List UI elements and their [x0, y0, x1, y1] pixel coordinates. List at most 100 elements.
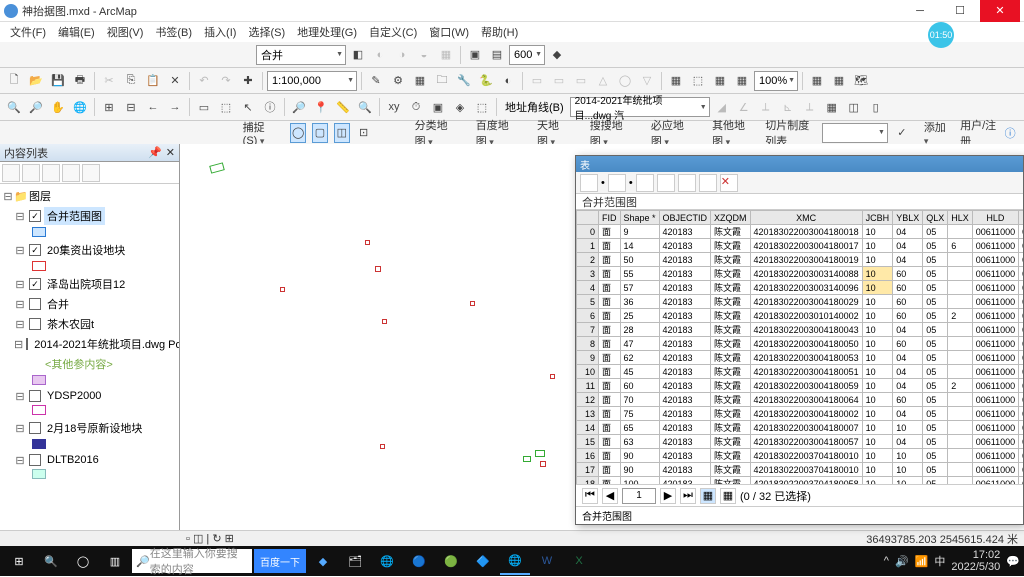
feature[interactable] [470, 301, 475, 306]
tool-icon[interactable]: ◈ [450, 97, 470, 117]
forward-icon[interactable]: → [165, 97, 185, 117]
zoom-select-icon[interactable] [699, 174, 717, 192]
clock-date[interactable]: 2022/5/30 [951, 561, 1000, 573]
tool-icon[interactable]: ⬚ [472, 97, 492, 117]
zoom-out-icon[interactable]: 🔎 [26, 97, 46, 117]
open-icon[interactable]: 📂 [26, 71, 46, 91]
info-icon[interactable]: ⓘ [1002, 123, 1018, 143]
attribute-table-window[interactable]: 表 • • ✕ 合并范围图 FIDShape *OBJECTIDXZQDMXMC… [575, 155, 1024, 525]
word-icon[interactable]: W [532, 547, 562, 575]
pan-icon[interactable]: ✋ [48, 97, 68, 117]
app-icon[interactable]: 🔷 [468, 547, 498, 575]
save-icon[interactable]: 💾 [48, 71, 68, 91]
tool-icon[interactable]: ✓ [894, 123, 910, 143]
delete-icon[interactable]: ✕ [720, 174, 738, 192]
tool-icon[interactable]: ▦ [410, 71, 430, 91]
notification-icon[interactable]: 💬 [1006, 555, 1020, 568]
tool-icon[interactable]: ⟂ [800, 97, 820, 117]
show-selected-icon[interactable]: ▦ [720, 488, 736, 504]
related-icon[interactable] [608, 174, 626, 192]
layer-combo[interactable]: 合并 [256, 45, 346, 65]
next-icon[interactable]: ▶ [660, 488, 676, 504]
tool-icon[interactable]: ▣ [465, 45, 485, 65]
layer-item[interactable]: 20集资出设地块 [44, 241, 128, 259]
tool-icon[interactable]: ⚙ [388, 71, 408, 91]
edge-icon[interactable]: 🌐 [372, 547, 402, 575]
tool-icon[interactable]: xy [384, 97, 404, 117]
layer-item[interactable]: 2月18号原新设地块 [44, 419, 145, 437]
tool-icon[interactable]: ◫ [844, 97, 864, 117]
redo-icon[interactable]: ↷ [216, 71, 236, 91]
tool-icon[interactable]: ▦ [732, 71, 752, 91]
address-combo[interactable]: 2014-2021年统批项目...dwg 汽 [570, 97, 710, 117]
fixed-zoom-in-icon[interactable]: ⊞ [99, 97, 119, 117]
fixed-zoom-out-icon[interactable]: ⊟ [121, 97, 141, 117]
layer-item[interactable]: 合并范围图 [44, 207, 105, 225]
feature[interactable] [550, 374, 555, 379]
tool-icon[interactable]: ▤ [487, 45, 507, 65]
copy-icon[interactable]: ⎘ [121, 71, 141, 91]
tool-icon[interactable]: 🐍 [476, 71, 496, 91]
tool-icon[interactable]: ▭ [549, 71, 569, 91]
list-by-selection-icon[interactable] [62, 164, 80, 182]
close-button[interactable]: ✕ [980, 0, 1020, 22]
menu-help[interactable]: 帮助(H) [475, 22, 524, 42]
layer-item[interactable]: 合并 [44, 295, 72, 313]
tool-icon[interactable]: ◐ [370, 45, 390, 65]
excel-icon[interactable]: X [564, 547, 594, 575]
tool-icon[interactable]: ⟂ [756, 97, 776, 117]
menu-select[interactable]: 选择(S) [242, 22, 291, 42]
undo-icon[interactable]: ↶ [194, 71, 214, 91]
measure-icon[interactable]: 📏 [333, 97, 353, 117]
tool-icon[interactable]: ⏱ [406, 97, 426, 117]
tool-icon[interactable]: ▦ [710, 71, 730, 91]
snap-icon[interactable]: ⊡ [356, 123, 372, 143]
feature[interactable] [280, 287, 285, 292]
tool-icon[interactable]: ▦ [436, 45, 456, 65]
tool-icon[interactable]: ▭ [527, 71, 547, 91]
tool-icon[interactable]: ◐ [498, 71, 518, 91]
record-input[interactable] [622, 488, 656, 504]
scale-combo[interactable]: 1:100,000 [267, 71, 357, 91]
select-by-attr-icon[interactable] [636, 174, 654, 192]
list-by-source-icon[interactable] [22, 164, 40, 182]
clear-select-icon[interactable] [678, 174, 696, 192]
menu-window[interactable]: 窗口(W) [423, 22, 475, 42]
tool-icon[interactable]: ◒ [414, 45, 434, 65]
back-icon[interactable]: ← [143, 97, 163, 117]
tool-icon[interactable]: 🔎 [289, 97, 309, 117]
pin-icon[interactable]: 📌 [148, 146, 162, 159]
last-icon[interactable]: ⏭ [680, 488, 696, 504]
layer-item[interactable]: 2014-2021年统批项目.dwg Polygon [31, 335, 179, 353]
tool-icon[interactable]: ▦ [666, 71, 686, 91]
ime-icon[interactable]: 中 [934, 553, 945, 569]
editor-icon[interactable]: ✎ [366, 71, 386, 91]
layer-item[interactable]: YDSP2000 [44, 389, 104, 403]
cortana-icon[interactable]: ◯ [68, 547, 98, 575]
tool-icon[interactable]: ▦ [807, 71, 827, 91]
layer-item[interactable]: 茶木农园t [44, 315, 97, 333]
tool-icon[interactable]: ◯ [615, 71, 635, 91]
close-icon[interactable]: ✕ [166, 146, 175, 159]
menu-file[interactable]: 文件(F) [4, 22, 52, 42]
search-button[interactable]: 百度一下 [254, 549, 306, 573]
feature[interactable] [535, 450, 545, 457]
tool-icon[interactable]: 🗀 [432, 71, 452, 91]
clear-select-icon[interactable]: ⬚ [216, 97, 236, 117]
snap-icon[interactable]: ◫ [334, 123, 350, 143]
first-icon[interactable]: ⏮ [582, 488, 598, 504]
snap-icon[interactable]: ▢ [312, 123, 328, 143]
maximize-button[interactable]: ☐ [940, 0, 980, 22]
attr-bottom-tab[interactable]: 合并范围图 [576, 506, 1023, 524]
list-by-drawing-icon[interactable] [2, 164, 20, 182]
delete-icon[interactable]: ✕ [165, 71, 185, 91]
options-icon[interactable] [82, 164, 100, 182]
add-menu[interactable]: 添加 [916, 119, 954, 147]
start-button[interactable]: ⊞ [4, 547, 34, 575]
print-icon[interactable]: 🖶 [70, 71, 90, 91]
menu-geoprocessing[interactable]: 地理处理(G) [291, 22, 363, 42]
tool-icon[interactable]: ▦ [829, 71, 849, 91]
feature[interactable] [209, 162, 225, 173]
feature[interactable] [375, 266, 381, 272]
tool-icon[interactable]: 🗺 [851, 71, 871, 91]
